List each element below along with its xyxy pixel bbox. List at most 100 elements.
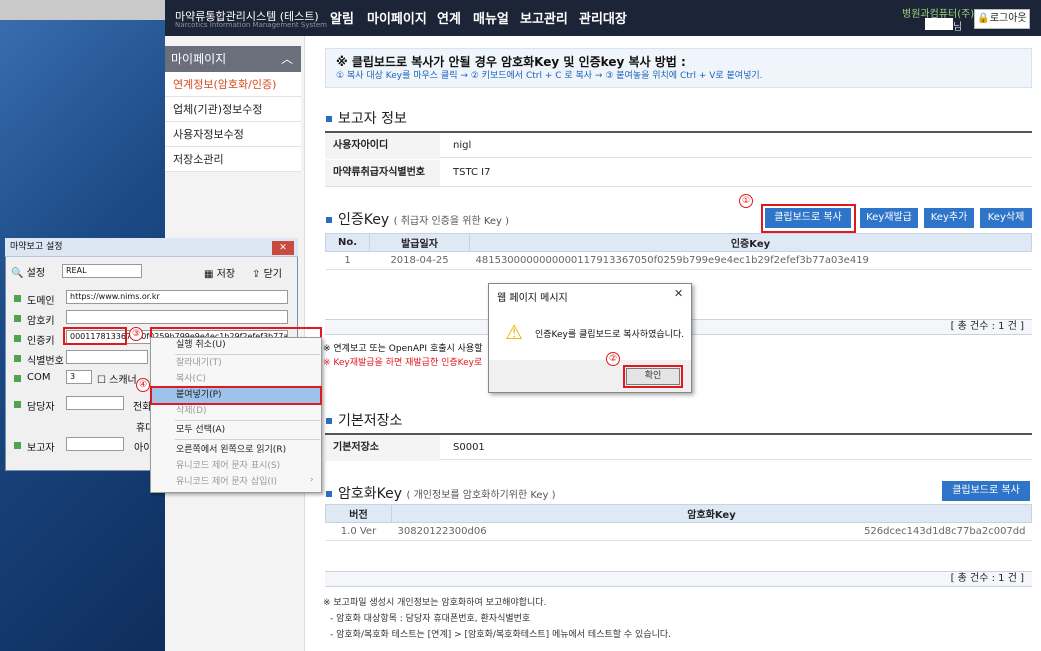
step-marker-1: ① bbox=[739, 194, 753, 208]
highlight-box-4 bbox=[150, 386, 322, 405]
col-auth-key: 인증Key bbox=[469, 233, 1032, 252]
sidebar-item-company-edit[interactable]: 업체(기관)정보수정 bbox=[165, 97, 301, 122]
user-name-mask bbox=[925, 18, 953, 30]
cell-date: 2018-04-25 bbox=[369, 251, 470, 270]
exit-icon: ⇪ bbox=[252, 269, 261, 280]
close-icon[interactable]: ✕ bbox=[272, 241, 294, 255]
reporter-section-title: 보고자 정보 bbox=[326, 108, 407, 128]
menu-separator bbox=[175, 420, 320, 421]
menu-item-copy[interactable]: 복사(C) bbox=[150, 372, 322, 387]
checkbox-icon: ☐ bbox=[97, 375, 106, 386]
col-issue-date: 발급일자 bbox=[369, 233, 470, 252]
menu-separator bbox=[175, 354, 320, 355]
close-button[interactable]: ⇪ 닫기 bbox=[252, 265, 282, 280]
reporter-row-id: 사용자아이디 nigl bbox=[325, 131, 1032, 159]
section-bullet-icon bbox=[326, 217, 332, 223]
scanner-label: 스캐너 bbox=[109, 375, 137, 386]
auth-title-text: 인증Key bbox=[338, 212, 390, 228]
report-settings-title[interactable]: 마약보고 설정 bbox=[5, 238, 298, 257]
field-label-auth: 인증키 bbox=[27, 336, 55, 347]
menu-item-delete[interactable]: 삭제(D) bbox=[150, 404, 322, 419]
auth-subtitle: ( 취급자 인증을 위한 Key ) bbox=[393, 216, 510, 227]
section-bullet-icon bbox=[326, 116, 332, 122]
crypto-subtitle: ( 개인정보를 암호화하기위한 Key ) bbox=[406, 490, 556, 501]
auth-note-1: ※ 연계보고 또는 OpenAPI 호출시 사용할 bbox=[323, 344, 483, 354]
dialog-close-icon[interactable]: ✕ bbox=[674, 287, 683, 300]
footer-note-3: - 암호화/복호화 테스트는 [연계] > [암호화/복호화테스트] 메뉴에서 … bbox=[330, 630, 672, 640]
sidebar-item-storage[interactable]: 저장소관리 bbox=[165, 147, 301, 172]
highlight-box-1 bbox=[761, 204, 856, 233]
key-reissue-button[interactable]: Key재발급 bbox=[860, 208, 918, 228]
com-input[interactable]: 3 bbox=[66, 370, 92, 384]
identifier-input[interactable] bbox=[66, 350, 148, 364]
logout-button[interactable]: 🔒로그아웃 bbox=[974, 9, 1030, 29]
table-row[interactable]: 1 2018-04-25 481530000000000011791336705… bbox=[325, 251, 1032, 270]
manager-input[interactable] bbox=[66, 396, 124, 410]
crypto-key-table: 버전 암호화Key 1.0 Ver 30820122300d06 526dcec1… bbox=[325, 504, 1032, 541]
menu-item-undo[interactable]: 실행 취소(U) bbox=[150, 338, 322, 353]
cell-crypto-key[interactable]: 30820122300d06 526dcec143d1d8c77ba2c007dd bbox=[391, 522, 1032, 541]
footer-note-2: - 암호화 대상항목 : 담당자 휴대폰번호, 환자식별번호 bbox=[330, 614, 531, 624]
setting-select[interactable]: REAL bbox=[62, 264, 142, 278]
nav-integration[interactable]: 연계 bbox=[437, 8, 461, 27]
crypto-copy-clipboard-button[interactable]: 클립보드로 복사 bbox=[942, 481, 1030, 501]
sidebar-title: 마이페이지 bbox=[171, 52, 227, 66]
storage-value: S0001 bbox=[453, 442, 485, 453]
bullet-icon bbox=[14, 401, 21, 408]
col-version: 버전 bbox=[325, 504, 392, 523]
bullet-icon bbox=[14, 355, 21, 362]
step-marker-2: ② bbox=[606, 352, 620, 366]
setting-label: 설정 bbox=[26, 268, 46, 279]
warning-icon: ⚠ bbox=[505, 320, 523, 344]
setting-row: 🔍 설정 bbox=[11, 264, 45, 279]
user-suffix: 님 bbox=[953, 22, 963, 33]
field-label-reporter: 보고자 bbox=[27, 443, 55, 454]
menu-item-select-all[interactable]: 모두 선택(A) bbox=[150, 423, 322, 438]
key-add-button[interactable]: Key추가 bbox=[924, 208, 974, 228]
section-bullet-icon bbox=[326, 491, 332, 497]
step-marker-3: ③ bbox=[129, 327, 143, 341]
auth-section-title: 인증Key ( 취급자 인증을 위한 Key ) bbox=[326, 209, 509, 229]
storage-label: 기본저장소 bbox=[325, 435, 440, 461]
site-brand-sub: Narcotics Information Management System bbox=[175, 21, 327, 29]
lock-icon: 🔒 bbox=[977, 13, 990, 24]
nav-ledger[interactable]: 관리대장 bbox=[579, 8, 627, 27]
menu-item-show-unicode[interactable]: 유니코드 제어 문자 표시(S) bbox=[150, 459, 322, 474]
table-row[interactable]: 1.0 Ver 30820122300d06 526dcec143d1d8c77b… bbox=[325, 522, 1032, 541]
secret-key-input[interactable] bbox=[66, 310, 288, 324]
scanner-checkbox[interactable]: ☐ 스캐너 bbox=[97, 371, 137, 386]
nav-manual[interactable]: 매뉴얼 bbox=[473, 8, 509, 27]
bullet-icon bbox=[14, 375, 21, 382]
sidebar-item-integration-info[interactable]: 연계정보(암호화/인증) bbox=[165, 72, 301, 97]
sidebar-header[interactable]: 마이페이지 ︿ bbox=[165, 46, 301, 72]
auth-note-2: ※ Key재발급을 하면 재발급한 인증Key로 bbox=[323, 358, 483, 368]
col-no: No. bbox=[325, 233, 370, 252]
sidebar-item-user-edit[interactable]: 사용자정보수정 bbox=[165, 122, 301, 147]
crypto-key-start: 30820122300d06 bbox=[397, 526, 487, 537]
nav-report[interactable]: 보고관리 bbox=[520, 8, 568, 27]
reporter-identifier-label: 마약류취급자식별번호 bbox=[325, 160, 440, 186]
section-bullet-icon bbox=[326, 418, 332, 424]
logout-label: 로그아웃 bbox=[989, 13, 1027, 24]
field-label-domain: 도메인 bbox=[27, 296, 55, 307]
save-icon: ▦ bbox=[204, 269, 214, 280]
menu-item-cut[interactable]: 잘라내기(T) bbox=[150, 356, 322, 371]
bullet-icon bbox=[14, 315, 21, 322]
menu-item-rtl[interactable]: 오른쪽에서 왼쪽으로 읽기(R) bbox=[150, 443, 322, 458]
reporter-id-label: 사용자아이디 bbox=[325, 133, 440, 159]
menu-item-insert-unicode[interactable]: 유니코드 제어 문자 삽입(I) bbox=[150, 475, 322, 490]
key-delete-button[interactable]: Key삭제 bbox=[980, 208, 1032, 228]
save-button[interactable]: ▦ 저장 bbox=[204, 265, 235, 280]
field-label-secret: 암호키 bbox=[27, 316, 55, 327]
reporter-title-text: 보고자 정보 bbox=[338, 111, 407, 127]
search-icon: 🔍 bbox=[11, 268, 24, 279]
nav-alerts[interactable]: 알림 bbox=[330, 8, 354, 27]
cell-key[interactable]: 4815300000000000117913367050f0259b799e9e… bbox=[469, 251, 1032, 270]
reporter-input[interactable] bbox=[66, 437, 124, 451]
crypto-title-text: 암호화Key bbox=[338, 486, 403, 502]
chevron-up-icon: ︿ bbox=[280, 52, 293, 66]
domain-input[interactable]: https://www.nims.or.kr bbox=[66, 290, 288, 304]
bullet-icon bbox=[14, 335, 21, 342]
storage-title-text: 기본저장소 bbox=[338, 413, 403, 429]
nav-mypage[interactable]: 마이페이지 bbox=[367, 8, 427, 27]
